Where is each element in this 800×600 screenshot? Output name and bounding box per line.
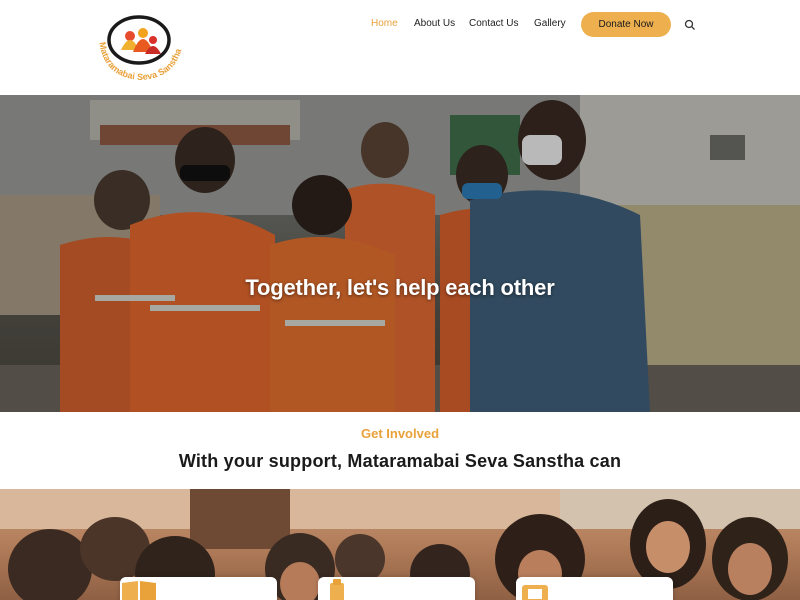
nav-gallery[interactable]: Gallery — [534, 18, 566, 29]
hero-title: Together, let's help each other — [245, 275, 555, 300]
nav-home[interactable]: Home — [371, 18, 398, 29]
get-involved-label: Get Involved — [360, 426, 440, 441]
nav-contact-us[interactable]: Contact Us — [469, 18, 518, 29]
get-involved-heading: With your support, Mataramabai Seva Sans… — [178, 451, 622, 471]
hero-banner: Together, let's help each other — [0, 95, 800, 412]
gallery-icon — [522, 585, 548, 600]
nav-about-us[interactable]: About Us — [414, 18, 455, 29]
book-icon — [122, 581, 156, 600]
main-nav: Home About Us Contact Us Gallery Donate … — [0, 0, 800, 48]
search-icon[interactable] — [684, 18, 696, 30]
clipboard-icon — [330, 579, 344, 600]
involve-card[interactable] — [318, 577, 475, 600]
donate-now-button[interactable]: Donate Now — [581, 12, 671, 37]
involve-card[interactable] — [516, 577, 673, 600]
site-header: Mataramabai Seva Sanstha Home About Us C… — [0, 0, 800, 95]
involve-card[interactable] — [120, 577, 277, 600]
kids-photo-section — [0, 489, 800, 600]
